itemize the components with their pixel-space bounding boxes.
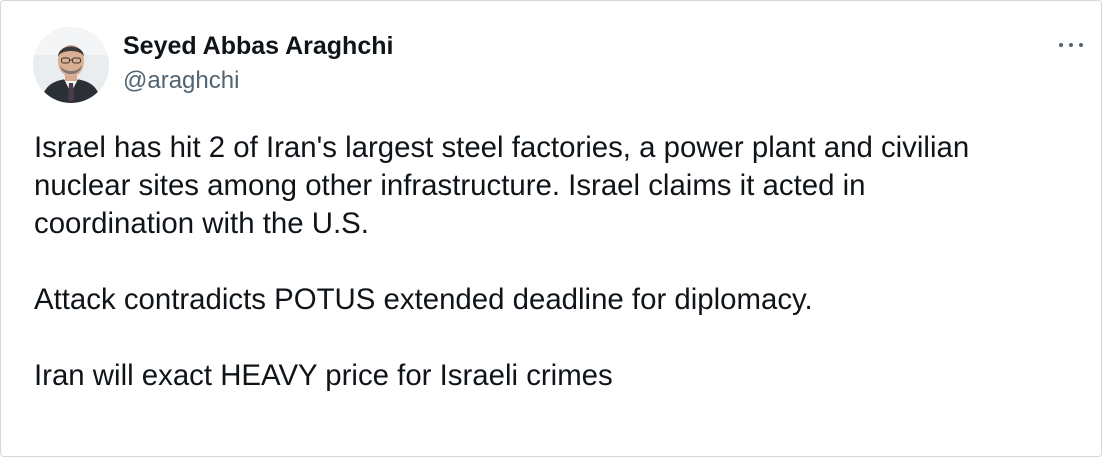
more-options-button[interactable] [1055, 33, 1087, 57]
tweet-text-line: Attack contradicts POTUS extended deadli… [34, 283, 813, 316]
profile-photo-icon [33, 27, 109, 103]
tweet-text-line: coordination with the U.S. [34, 207, 369, 240]
ellipsis-icon [1069, 43, 1073, 47]
ellipsis-icon [1059, 43, 1063, 47]
tweet-text-line: Israel has hit 2 of Iran's largest steel… [34, 131, 970, 164]
tweet-text-line: nuclear sites among other infrastructure… [34, 169, 866, 202]
avatar[interactable] [33, 27, 109, 103]
ellipsis-icon [1079, 43, 1083, 47]
author-handle[interactable]: @araghchi [123, 66, 239, 96]
author-name[interactable]: Seyed Abbas Araghchi [123, 31, 393, 61]
tweet-text: Israel has hit 2 of Iran's largest steel… [34, 129, 1084, 395]
tweet-text-line: Iran will exact HEAVY price for Israeli … [34, 359, 613, 392]
tweet-card[interactable]: Seyed Abbas Araghchi @araghchi Israel ha… [0, 0, 1102, 457]
